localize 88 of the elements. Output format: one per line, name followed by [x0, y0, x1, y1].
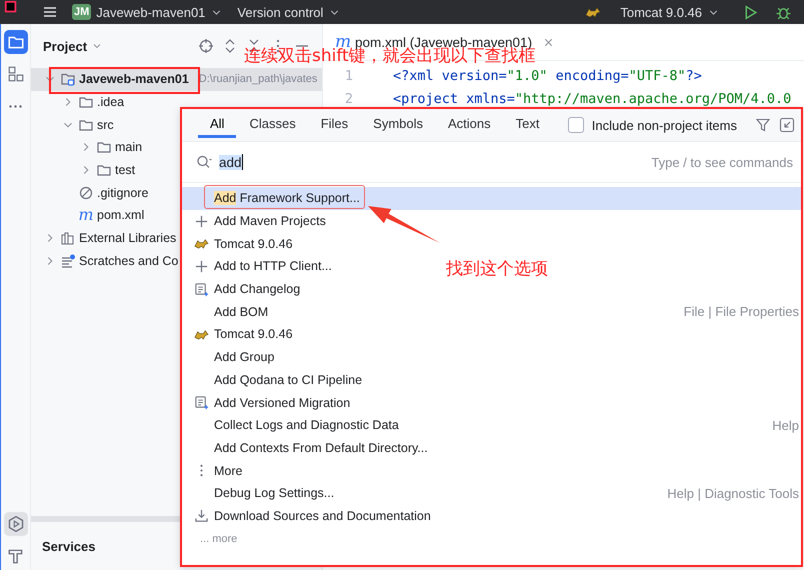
search-field[interactable]: add	[196, 154, 243, 170]
result-label: Download Sources and Documentation	[214, 508, 431, 523]
result-item[interactable]: Tomcat 9.0.46	[182, 323, 299, 346]
annotation-text: 找到这个选项	[446, 258, 548, 280]
annotation-arrow	[368, 206, 440, 243]
filter-icon[interactable]	[755, 117, 771, 133]
vcs-menu[interactable]: Version control	[237, 4, 342, 20]
tree-label: Javeweb-maven01	[79, 72, 189, 86]
more-icon	[9, 104, 22, 108]
tree-label: Scratches and Co	[79, 254, 178, 268]
search-icon	[196, 154, 213, 170]
tree-label: External Libraries	[79, 231, 176, 246]
result-item[interactable]: More	[182, 459, 248, 482]
tree-label: test	[115, 163, 136, 178]
changelog-icon	[194, 395, 209, 410]
result-item[interactable]: Debug Log Settings... Help | Diagnostic Tools	[182, 482, 801, 505]
result-label: Collect Logs and Diagnostic Data	[214, 418, 399, 432]
result-location: Help | Diagnostic Tools	[667, 486, 799, 501]
tree-label: main	[115, 140, 142, 154]
result-item[interactable]: Add Contexts From Default Directory...	[182, 436, 434, 460]
result-item[interactable]: Tomcat 9.0.46	[182, 232, 299, 256]
result-label: Add Versioned Migration	[214, 396, 350, 410]
project-name: Javeweb-maven01	[96, 4, 206, 20]
result-item[interactable]: Download Sources and Documentation	[182, 504, 437, 528]
result-label: Add Group	[214, 350, 274, 364]
locate-icon[interactable]	[198, 38, 214, 54]
panel-title-menu[interactable]: Project	[43, 38, 104, 54]
result-label: Add Framework Support...	[214, 191, 360, 206]
result-item[interactable]: Add Versioned Migration	[182, 391, 356, 414]
result-label: Add Maven Projects	[214, 214, 326, 228]
collapse-window-icon[interactable]	[779, 117, 795, 133]
download-icon	[194, 508, 209, 524]
result-label: Add Qodana to CI Pipeline	[214, 372, 362, 387]
tree-label: .gitignore	[97, 186, 148, 200]
annotation-text: 连续双击shift键，就会出现以下查找框	[244, 48, 536, 65]
tool-window-button[interactable]	[4, 30, 28, 54]
result-item[interactable]: Add Qodana to CI Pipeline	[182, 368, 368, 392]
scope-tab[interactable]: Text	[504, 109, 552, 141]
structure-icon	[6, 65, 24, 83]
result-label: Tomcat 9.0.46	[214, 236, 293, 251]
scratches-icon	[60, 252, 76, 269]
result-item[interactable]: Collect Logs and Diagnostic Data Help	[182, 414, 801, 437]
services-icon	[6, 515, 24, 533]
result-item[interactable]: Add Framework Support...	[182, 187, 801, 210]
vcs-label: Version control	[237, 4, 324, 20]
search-hint: Type / to see commands	[651, 154, 793, 170]
tree-path: D:\ruanjian_path\javates	[198, 73, 318, 86]
scope-tab[interactable]: Actions	[436, 109, 503, 141]
project-switcher[interactable]: JM Javeweb-maven01	[72, 4, 224, 20]
result-label: More	[214, 464, 242, 478]
result-item[interactable]: Add Changelog	[182, 278, 306, 300]
result-item[interactable]: Add to HTTP Client...	[182, 255, 338, 278]
line-number: 1	[344, 68, 353, 84]
app-logo-icon	[4, 1, 18, 15]
code-line: <?xml version="1.0" encoding="UTF-8"?>	[393, 68, 702, 84]
tree-item[interactable]: Javeweb-maven01 D:\ruanjian_path\javates	[31, 68, 322, 91]
result-label: Add to HTTP Client...	[214, 259, 332, 274]
project-badge: JM	[72, 4, 92, 20]
plus-icon	[194, 258, 209, 274]
result-location: File | File Properties	[684, 304, 799, 320]
result-label: Add Contexts From Default Directory...	[214, 440, 428, 455]
code-line: <project xmlns="http://maven.apache.org/POM/4.0.0	[393, 90, 792, 107]
checkbox[interactable]	[568, 117, 584, 133]
result-item[interactable]: Add Maven Projects	[182, 210, 332, 232]
services-title: Services	[42, 538, 96, 554]
run-config-name: Tomcat 9.0.46	[620, 4, 702, 20]
ignore-icon	[78, 184, 94, 201]
checkbox-label: Include non-project items	[592, 118, 737, 132]
run-config[interactable]: Tomcat 9.0.46	[585, 4, 720, 20]
line-number: 2	[344, 90, 353, 107]
result-label: Tomcat 9.0.46	[214, 327, 293, 342]
search-query: add	[219, 154, 242, 170]
result-label: Add Changelog	[214, 282, 300, 296]
tool-window-button[interactable]	[4, 512, 28, 536]
tree-label: .idea	[97, 95, 124, 110]
result-item[interactable]: Add Group	[182, 346, 280, 368]
library-icon	[60, 230, 76, 246]
result-label: Debug Log Settings...	[214, 486, 334, 500]
module-folder-icon	[60, 71, 76, 88]
plus-icon	[194, 214, 209, 229]
tree-label: src	[97, 118, 114, 132]
result-location: Help	[772, 418, 799, 433]
result-item[interactable]: Add BOM File | File Properties	[182, 300, 801, 324]
scope-tab[interactable]: Symbols	[361, 109, 436, 141]
result-label: Add BOM	[214, 304, 268, 319]
changelog-icon	[194, 282, 209, 297]
maven-file-icon: m	[78, 207, 94, 224]
tree-label: pom.xml	[97, 208, 144, 222]
